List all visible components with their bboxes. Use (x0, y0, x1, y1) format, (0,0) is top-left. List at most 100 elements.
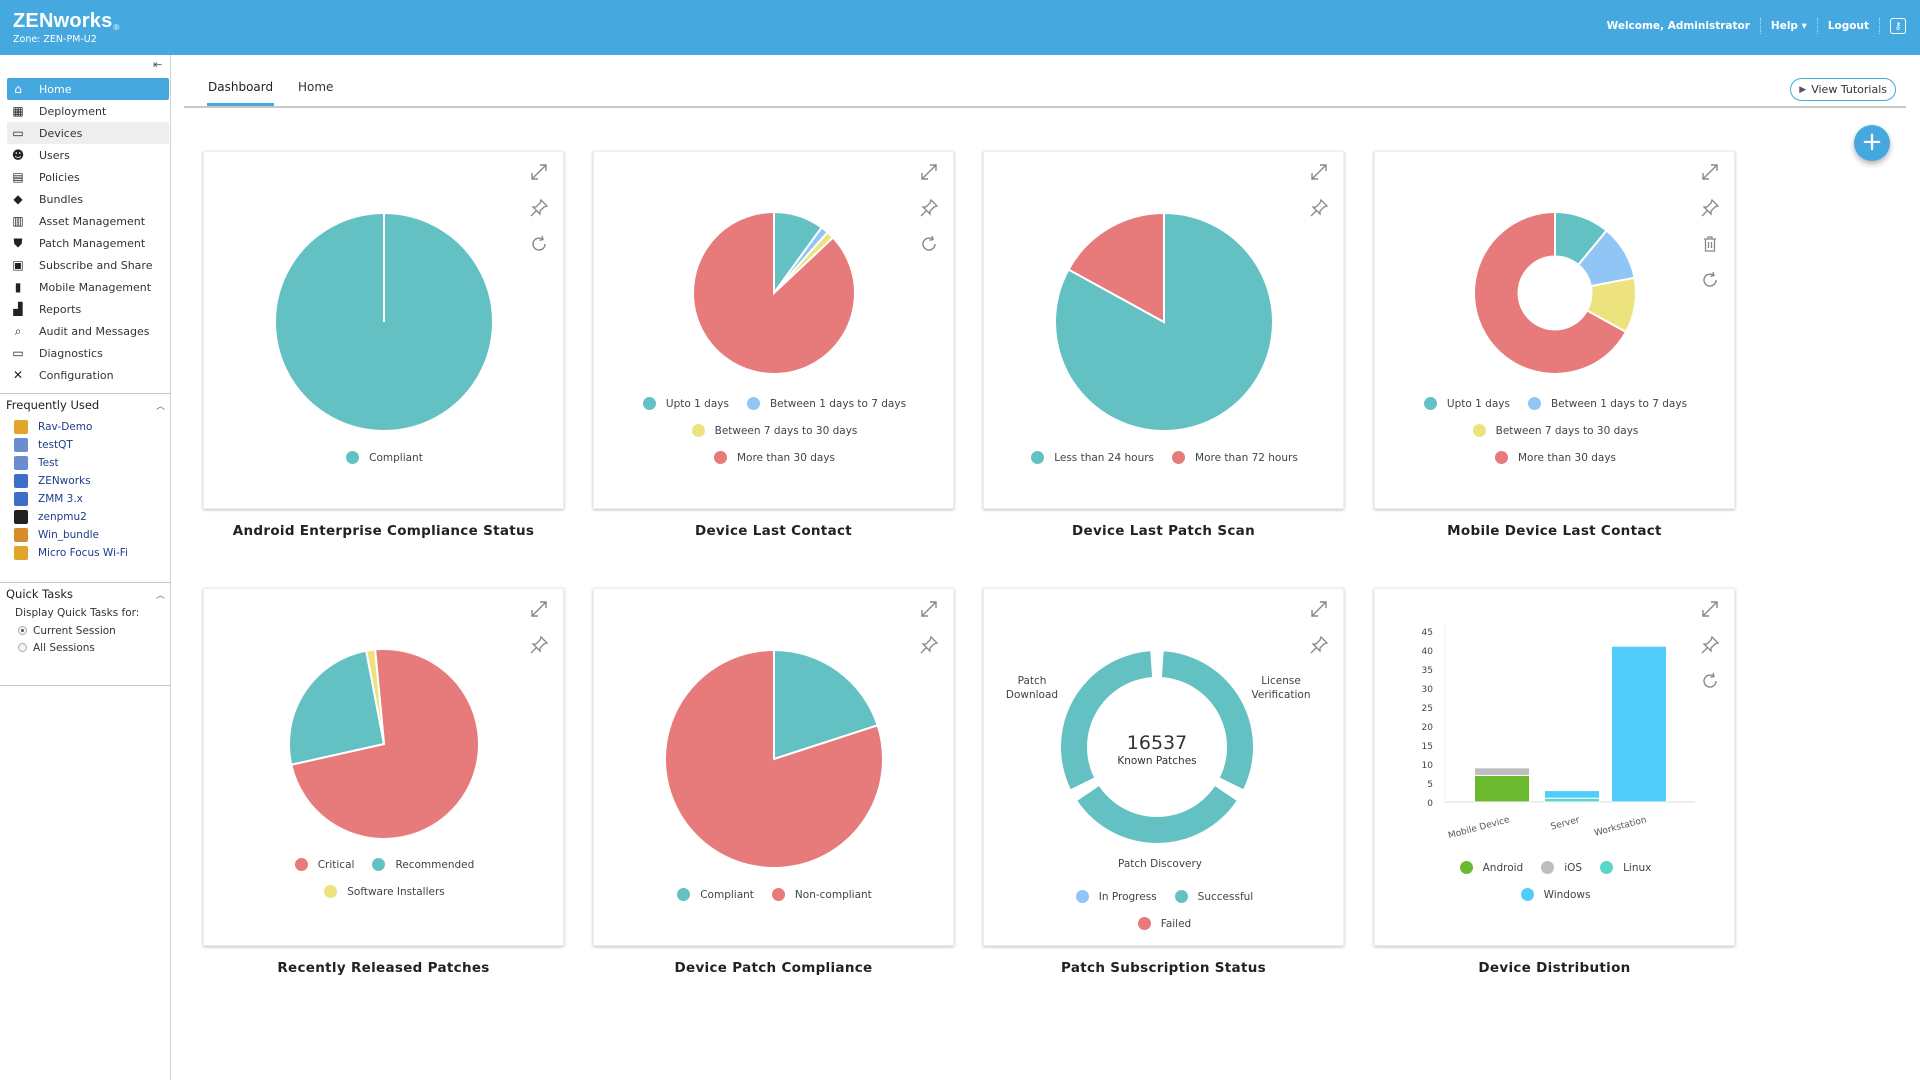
sidebar-item-policies[interactable]: ▤ Policies (7, 166, 169, 188)
legend-item-successful[interactable]: Successful (1174, 890, 1253, 903)
refresh-icon[interactable] (527, 232, 551, 256)
pin-icon[interactable] (527, 196, 551, 220)
segment-license-verification[interactable] (1161, 651, 1253, 790)
pin-icon[interactable] (917, 196, 941, 220)
pin-icon[interactable] (1698, 196, 1722, 220)
legend-item-between-7-days-to-30-days[interactable]: Between 7 days to 30 days (1472, 424, 1638, 437)
sidebar-item-subscribe-and-share[interactable]: ▣ Subscribe and Share (7, 254, 169, 276)
sidebar-item-configuration[interactable]: ✕ Configuration (7, 364, 169, 386)
sidebar-item-mobile-management[interactable]: ▮ Mobile Management (7, 276, 169, 298)
bar-mobile-device-android[interactable] (1474, 774, 1530, 803)
expand-icon[interactable] (527, 160, 551, 184)
expand-icon[interactable] (1698, 597, 1722, 621)
frequently-used-item[interactable]: Test (0, 454, 171, 472)
pin-icon[interactable] (1307, 633, 1331, 657)
legend-item-failed[interactable]: Failed (1137, 917, 1191, 930)
legend-item-less-than-24-hours[interactable]: Less than 24 hours (1031, 451, 1154, 464)
legend-item-between-7-days-to-30-days[interactable]: Between 7 days to 30 days (691, 424, 857, 437)
sidebar-item-label: Devices (39, 126, 83, 140)
legend-item-android[interactable]: Android (1459, 861, 1523, 874)
bar-server-linux[interactable] (1544, 797, 1600, 803)
radio-button[interactable] (18, 643, 27, 652)
expand-icon[interactable] (917, 160, 941, 184)
refresh-icon[interactable] (917, 232, 941, 256)
widget-recently-released-patches: Critical Recommended Software Installers (203, 588, 564, 946)
legend-item-between-1-days-to-7-days[interactable]: Between 1 days to 7 days (746, 397, 906, 410)
legend-item-upto-1-days[interactable]: Upto 1 days (642, 397, 729, 410)
segment-patch-download[interactable] (1061, 651, 1153, 790)
segment-patch-discovery[interactable] (1077, 786, 1237, 843)
legend-item-critical[interactable]: Critical (294, 858, 354, 871)
add-widget-button[interactable]: + (1854, 125, 1890, 161)
legend-item-software-installers[interactable]: Software Installers (324, 885, 445, 898)
legend-item-in-progress[interactable]: In Progress (1075, 890, 1157, 903)
quick-tasks-header[interactable]: Quick Tasks ︿ (0, 583, 171, 605)
bar-workstation-windows[interactable] (1611, 645, 1667, 803)
sidebar-item-devices[interactable]: ▭ Devices (7, 122, 169, 144)
refresh-icon[interactable] (1698, 669, 1722, 693)
frequently-used-item[interactable]: Rav-Demo (0, 418, 171, 436)
chevron-up-icon[interactable]: ︿ (156, 399, 165, 412)
legend-item-upto-1-days[interactable]: Upto 1 days (1423, 397, 1510, 410)
frequently-used-list: Rav-Demo testQT Test ZENworks ZMM 3.x zenpmu2… (0, 416, 171, 562)
sidebar-item-patch-management[interactable]: ⛊ Patch Management (7, 232, 169, 254)
sidebar-item-bundles[interactable]: ◆ Bundles (7, 188, 169, 210)
pin-icon[interactable] (1307, 196, 1331, 220)
chevron-up-icon[interactable]: ︿ (156, 588, 165, 601)
help-menu[interactable]: Help ▾ (1771, 20, 1807, 32)
radio-label: All Sessions (33, 641, 95, 654)
expand-icon[interactable] (1307, 597, 1331, 621)
frequently-used-item[interactable]: ZMM 3.x (0, 490, 171, 508)
sidebar-item-asset-management[interactable]: ▥ Asset Management (7, 210, 169, 232)
legend-item-compliant[interactable]: Compliant (677, 888, 754, 901)
sidebar-item-audit-and-messages[interactable]: ⌕ Audit and Messages (7, 320, 169, 342)
expand-icon[interactable] (1698, 160, 1722, 184)
legend-item-linux[interactable]: Linux (1600, 861, 1651, 874)
widget-toolbar (1698, 597, 1722, 705)
logout-link[interactable]: Logout (1828, 20, 1869, 32)
tab-dashboard[interactable]: Dashboard (206, 80, 275, 106)
pin-icon[interactable] (527, 633, 551, 657)
key-icon[interactable]: ⚷ (1890, 18, 1906, 34)
frequently-used-item[interactable]: ZENworks (0, 472, 171, 490)
pin-icon[interactable] (1698, 633, 1722, 657)
sidebar-item-deployment[interactable]: ▦ Deployment (7, 100, 169, 122)
frequently-used-item[interactable]: testQT (0, 436, 171, 454)
collapse-sidebar-icon[interactable]: ⇤ (153, 58, 167, 71)
sidebar-item-reports[interactable]: ▟ Reports (7, 298, 169, 320)
expand-icon[interactable] (527, 597, 551, 621)
radio-button[interactable] (18, 626, 27, 635)
tab-home[interactable]: Home (298, 80, 333, 94)
radio-label: Current Session (33, 624, 116, 637)
legend-item-between-1-days-to-7-days[interactable]: Between 1 days to 7 days (1527, 397, 1687, 410)
widget-patch-subscription-status: License Verification Patch Discovery Patch D… (983, 588, 1344, 946)
sidebar-item-home[interactable]: ⌂ Home (7, 78, 169, 100)
radio-all-sessions[interactable]: All Sessions (0, 639, 171, 656)
legend-item-compliant[interactable]: Compliant (346, 451, 423, 464)
pin-icon[interactable] (917, 633, 941, 657)
trash-icon[interactable] (1698, 232, 1722, 256)
expand-icon[interactable] (917, 597, 941, 621)
legend-item-more-than-30-days[interactable]: More than 30 days (1494, 451, 1616, 464)
frequently-used-header[interactable]: Frequently Used ︿ (0, 394, 171, 416)
bar-mobile-device-ios[interactable] (1474, 767, 1530, 776)
expand-icon[interactable] (1307, 160, 1331, 184)
radio-current-session[interactable]: Current Session (0, 622, 171, 639)
legend-item-non-compliant[interactable]: Non-compliant (771, 888, 872, 901)
sidebar-item-diagnostics[interactable]: ▭ Diagnostics (7, 342, 169, 364)
frequently-used-item[interactable]: Win_bundle (0, 526, 171, 544)
legend-item-windows[interactable]: Windows (1520, 888, 1590, 901)
frequently-used-item[interactable]: Micro Focus Wi-Fi (0, 544, 171, 562)
sidebar-item-users[interactable]: ☻ Users (7, 144, 169, 166)
legend-item-ios[interactable]: iOS (1541, 861, 1582, 874)
refresh-icon[interactable] (1698, 268, 1722, 292)
legend-item-more-than-30-days[interactable]: More than 30 days (713, 451, 835, 464)
sidebar-item-label: Configuration (39, 368, 114, 382)
legend-item-more-than-72-hours[interactable]: More than 72 hours (1172, 451, 1298, 464)
frequently-used-item[interactable]: zenpmu2 (0, 508, 171, 526)
view-tutorials-button[interactable]: ▶ View Tutorials (1790, 78, 1896, 101)
legend-label: Upto 1 days (665, 397, 729, 410)
legend-item-recommended[interactable]: Recommended (372, 858, 474, 871)
bar-server-windows[interactable] (1544, 790, 1600, 799)
sidebar-item-label: Mobile Management (39, 280, 152, 294)
